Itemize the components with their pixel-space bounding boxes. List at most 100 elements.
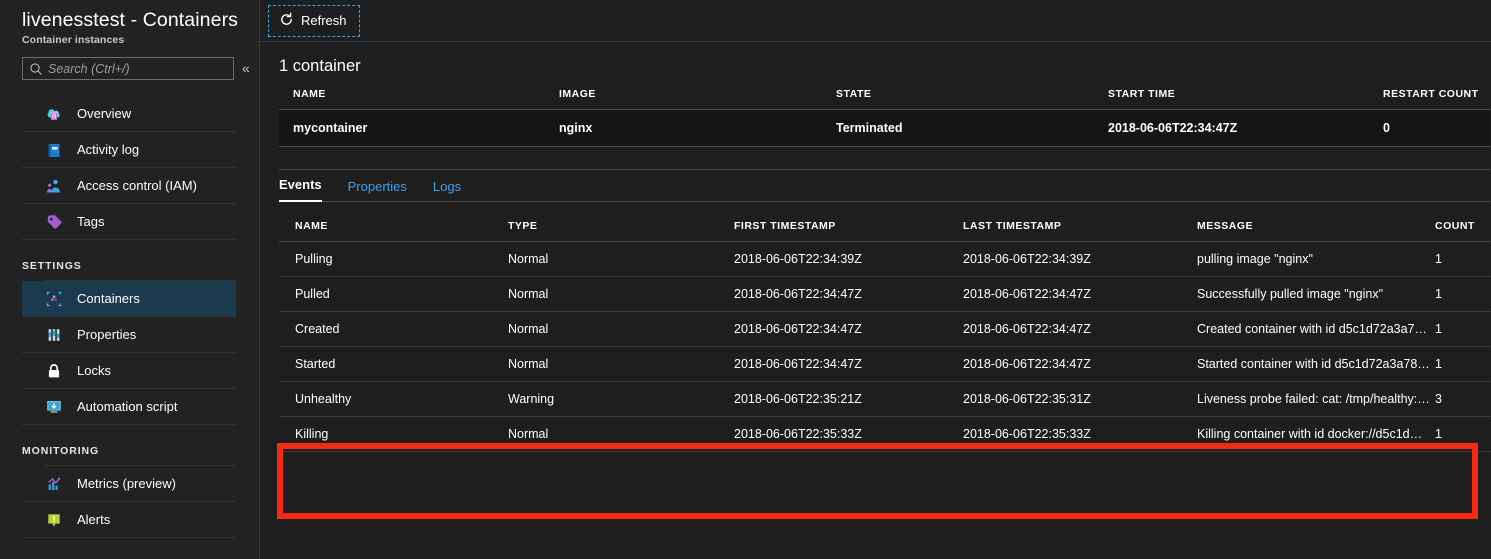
cloud-overview-icon: [44, 104, 64, 124]
sidebar-item-label: Overview: [77, 106, 132, 121]
cell-type: Normal: [508, 416, 734, 452]
cell-first-timestamp: 2018-06-06T22:35:33Z: [734, 416, 963, 452]
sidebar-item-metrics[interactable]: Metrics (preview): [22, 466, 236, 502]
container-count: 1 container: [279, 57, 361, 75]
lock-icon: [44, 361, 64, 381]
containers-table: NAME IMAGE STATE START TIME RESTART COUN…: [279, 88, 1490, 147]
cell-count: 3: [1435, 381, 1490, 417]
cell-last-timestamp: 2018-06-06T22:34:39Z: [963, 241, 1197, 277]
page-title: livenesstest - Containers: [22, 9, 239, 31]
sidebar-item-activity-log[interactable]: Activity log: [22, 132, 236, 168]
tag-icon: [44, 212, 64, 232]
cell-name: mycontainer: [279, 109, 559, 147]
refresh-button[interactable]: Refresh: [268, 4, 360, 37]
sidebar-item-tags[interactable]: Tags: [22, 204, 236, 240]
cell-first-timestamp: 2018-06-06T22:35:21Z: [734, 381, 963, 417]
refresh-icon: [279, 12, 294, 30]
column-header-image[interactable]: IMAGE: [559, 88, 836, 110]
cell-name: Unhealthy: [279, 381, 508, 417]
containers-icon: [44, 289, 64, 309]
cell-first-timestamp: 2018-06-06T22:34:39Z: [734, 241, 963, 277]
sidebar-item-label: Tags: [77, 214, 105, 229]
cell-count: 1: [1435, 276, 1490, 312]
table-row[interactable]: Pulling Normal 2018-06-06T22:34:39Z 2018…: [279, 241, 1490, 277]
table-row[interactable]: Pulled Normal 2018-06-06T22:34:47Z 2018-…: [279, 276, 1490, 312]
column-header-start-time[interactable]: START TIME: [1108, 88, 1383, 110]
page-subtitle: Container instances: [22, 34, 125, 46]
cell-name: Created: [279, 311, 508, 347]
properties-icon: [44, 325, 64, 345]
blade-sidebar: livenesstest - Containers Container inst…: [0, 0, 260, 559]
chevron-double-left-icon[interactable]: «: [242, 57, 250, 80]
column-header-restart-count[interactable]: RESTART COUNT: [1383, 88, 1490, 110]
sidebar-item-properties[interactable]: Properties: [22, 317, 236, 353]
column-header-first-timestamp[interactable]: FIRST TIMESTAMP: [734, 202, 963, 242]
column-header-name[interactable]: NAME: [279, 88, 559, 110]
sidebar-item-label: Containers: [77, 291, 140, 306]
cell-first-timestamp: 2018-06-06T22:34:47Z: [734, 276, 963, 312]
cell-count: 1: [1435, 241, 1490, 277]
sidebar-item-label: Access control (IAM): [77, 178, 197, 193]
sidebar-item-automation-script[interactable]: Automation script: [22, 389, 236, 425]
sidebar-item-label: Automation script: [77, 399, 178, 414]
cell-type: Warning: [508, 381, 734, 417]
search-row: «: [0, 46, 259, 80]
tab-logs[interactable]: Logs: [433, 179, 461, 202]
access-control-icon: [44, 176, 64, 196]
sidebar-group-monitoring-title: MONITORING: [22, 445, 100, 457]
column-header-last-timestamp[interactable]: LAST TIMESTAMP: [963, 202, 1197, 242]
cell-last-timestamp: 2018-06-06T22:35:31Z: [963, 381, 1197, 417]
alerts-icon: [44, 510, 64, 530]
main-content: Refresh 1 container NAME IMAGE STATE STA…: [260, 0, 1491, 559]
sidebar-item-label: Alerts: [77, 512, 111, 527]
cell-type: Normal: [508, 346, 734, 382]
tab-events[interactable]: Events: [279, 177, 322, 202]
automation-script-icon: [44, 397, 64, 417]
table-row[interactable]: Killing Normal 2018-06-06T22:35:33Z 2018…: [279, 416, 1490, 452]
sidebar-group-settings-title: SETTINGS: [22, 260, 82, 272]
sidebar-item-access-control[interactable]: Access control (IAM): [22, 168, 236, 204]
sidebar-item-alerts[interactable]: Alerts: [22, 502, 236, 538]
cell-name: Killing: [279, 416, 508, 452]
table-header-row: NAME IMAGE STATE START TIME RESTART COUN…: [279, 88, 1490, 110]
column-header-count[interactable]: COUNT: [1435, 202, 1490, 242]
cell-type: Normal: [508, 276, 734, 312]
cell-count: 1: [1435, 416, 1490, 452]
tab-properties[interactable]: Properties: [348, 179, 407, 202]
table-row[interactable]: mycontainer nginx Terminated 2018-06-06T…: [279, 109, 1490, 147]
cell-message: Created container with id d5c1d72a3a7…: [1197, 311, 1435, 347]
search-box[interactable]: [22, 57, 234, 80]
table-header-row: NAME TYPE FIRST TIMESTAMP LAST TIMESTAMP…: [279, 202, 1490, 242]
table-row[interactable]: Started Normal 2018-06-06T22:34:47Z 2018…: [279, 346, 1490, 382]
sidebar-item-label: Metrics (preview): [77, 476, 176, 491]
search-input[interactable]: [48, 61, 227, 76]
cell-last-timestamp: 2018-06-06T22:34:47Z: [963, 276, 1197, 312]
cell-message: pulling image "nginx": [1197, 241, 1435, 277]
cell-restart-count: 0: [1383, 109, 1490, 147]
sidebar-item-containers[interactable]: Containers: [22, 281, 236, 317]
cell-name: Pulling: [279, 241, 508, 277]
search-icon: [29, 62, 43, 76]
column-header-state[interactable]: STATE: [836, 88, 1108, 110]
sidebar-item-label: Properties: [77, 327, 137, 342]
cell-first-timestamp: 2018-06-06T22:34:47Z: [734, 346, 963, 382]
cell-count: 1: [1435, 346, 1490, 382]
cell-message: Killing container with id docker://d5c1d…: [1197, 416, 1435, 452]
sidebar-item-locks[interactable]: Locks: [22, 353, 236, 389]
cell-type: Normal: [508, 241, 734, 277]
activity-log-icon: [44, 140, 64, 160]
cell-name: Started: [279, 346, 508, 382]
azure-portal-blade: livenesstest - Containers Container inst…: [0, 0, 1491, 559]
column-header-message[interactable]: MESSAGE: [1197, 202, 1435, 242]
table-row[interactable]: Created Normal 2018-06-06T22:34:47Z 2018…: [279, 311, 1490, 347]
sidebar-item-overview[interactable]: Overview: [22, 96, 236, 132]
sidebar-item-label: Activity log: [77, 142, 140, 157]
events-table-body: Pulling Normal 2018-06-06T22:34:39Z 2018…: [279, 241, 1490, 452]
cell-count: 1: [1435, 311, 1490, 347]
column-header-name[interactable]: NAME: [279, 202, 508, 242]
refresh-button-label: Refresh: [301, 13, 347, 28]
sidebar-item-label: Locks: [77, 363, 111, 378]
table-row[interactable]: Unhealthy Warning 2018-06-06T22:35:21Z 2…: [279, 381, 1490, 417]
column-header-type[interactable]: TYPE: [508, 202, 734, 242]
cell-message: Started container with id d5c1d72a3a78…: [1197, 346, 1435, 382]
